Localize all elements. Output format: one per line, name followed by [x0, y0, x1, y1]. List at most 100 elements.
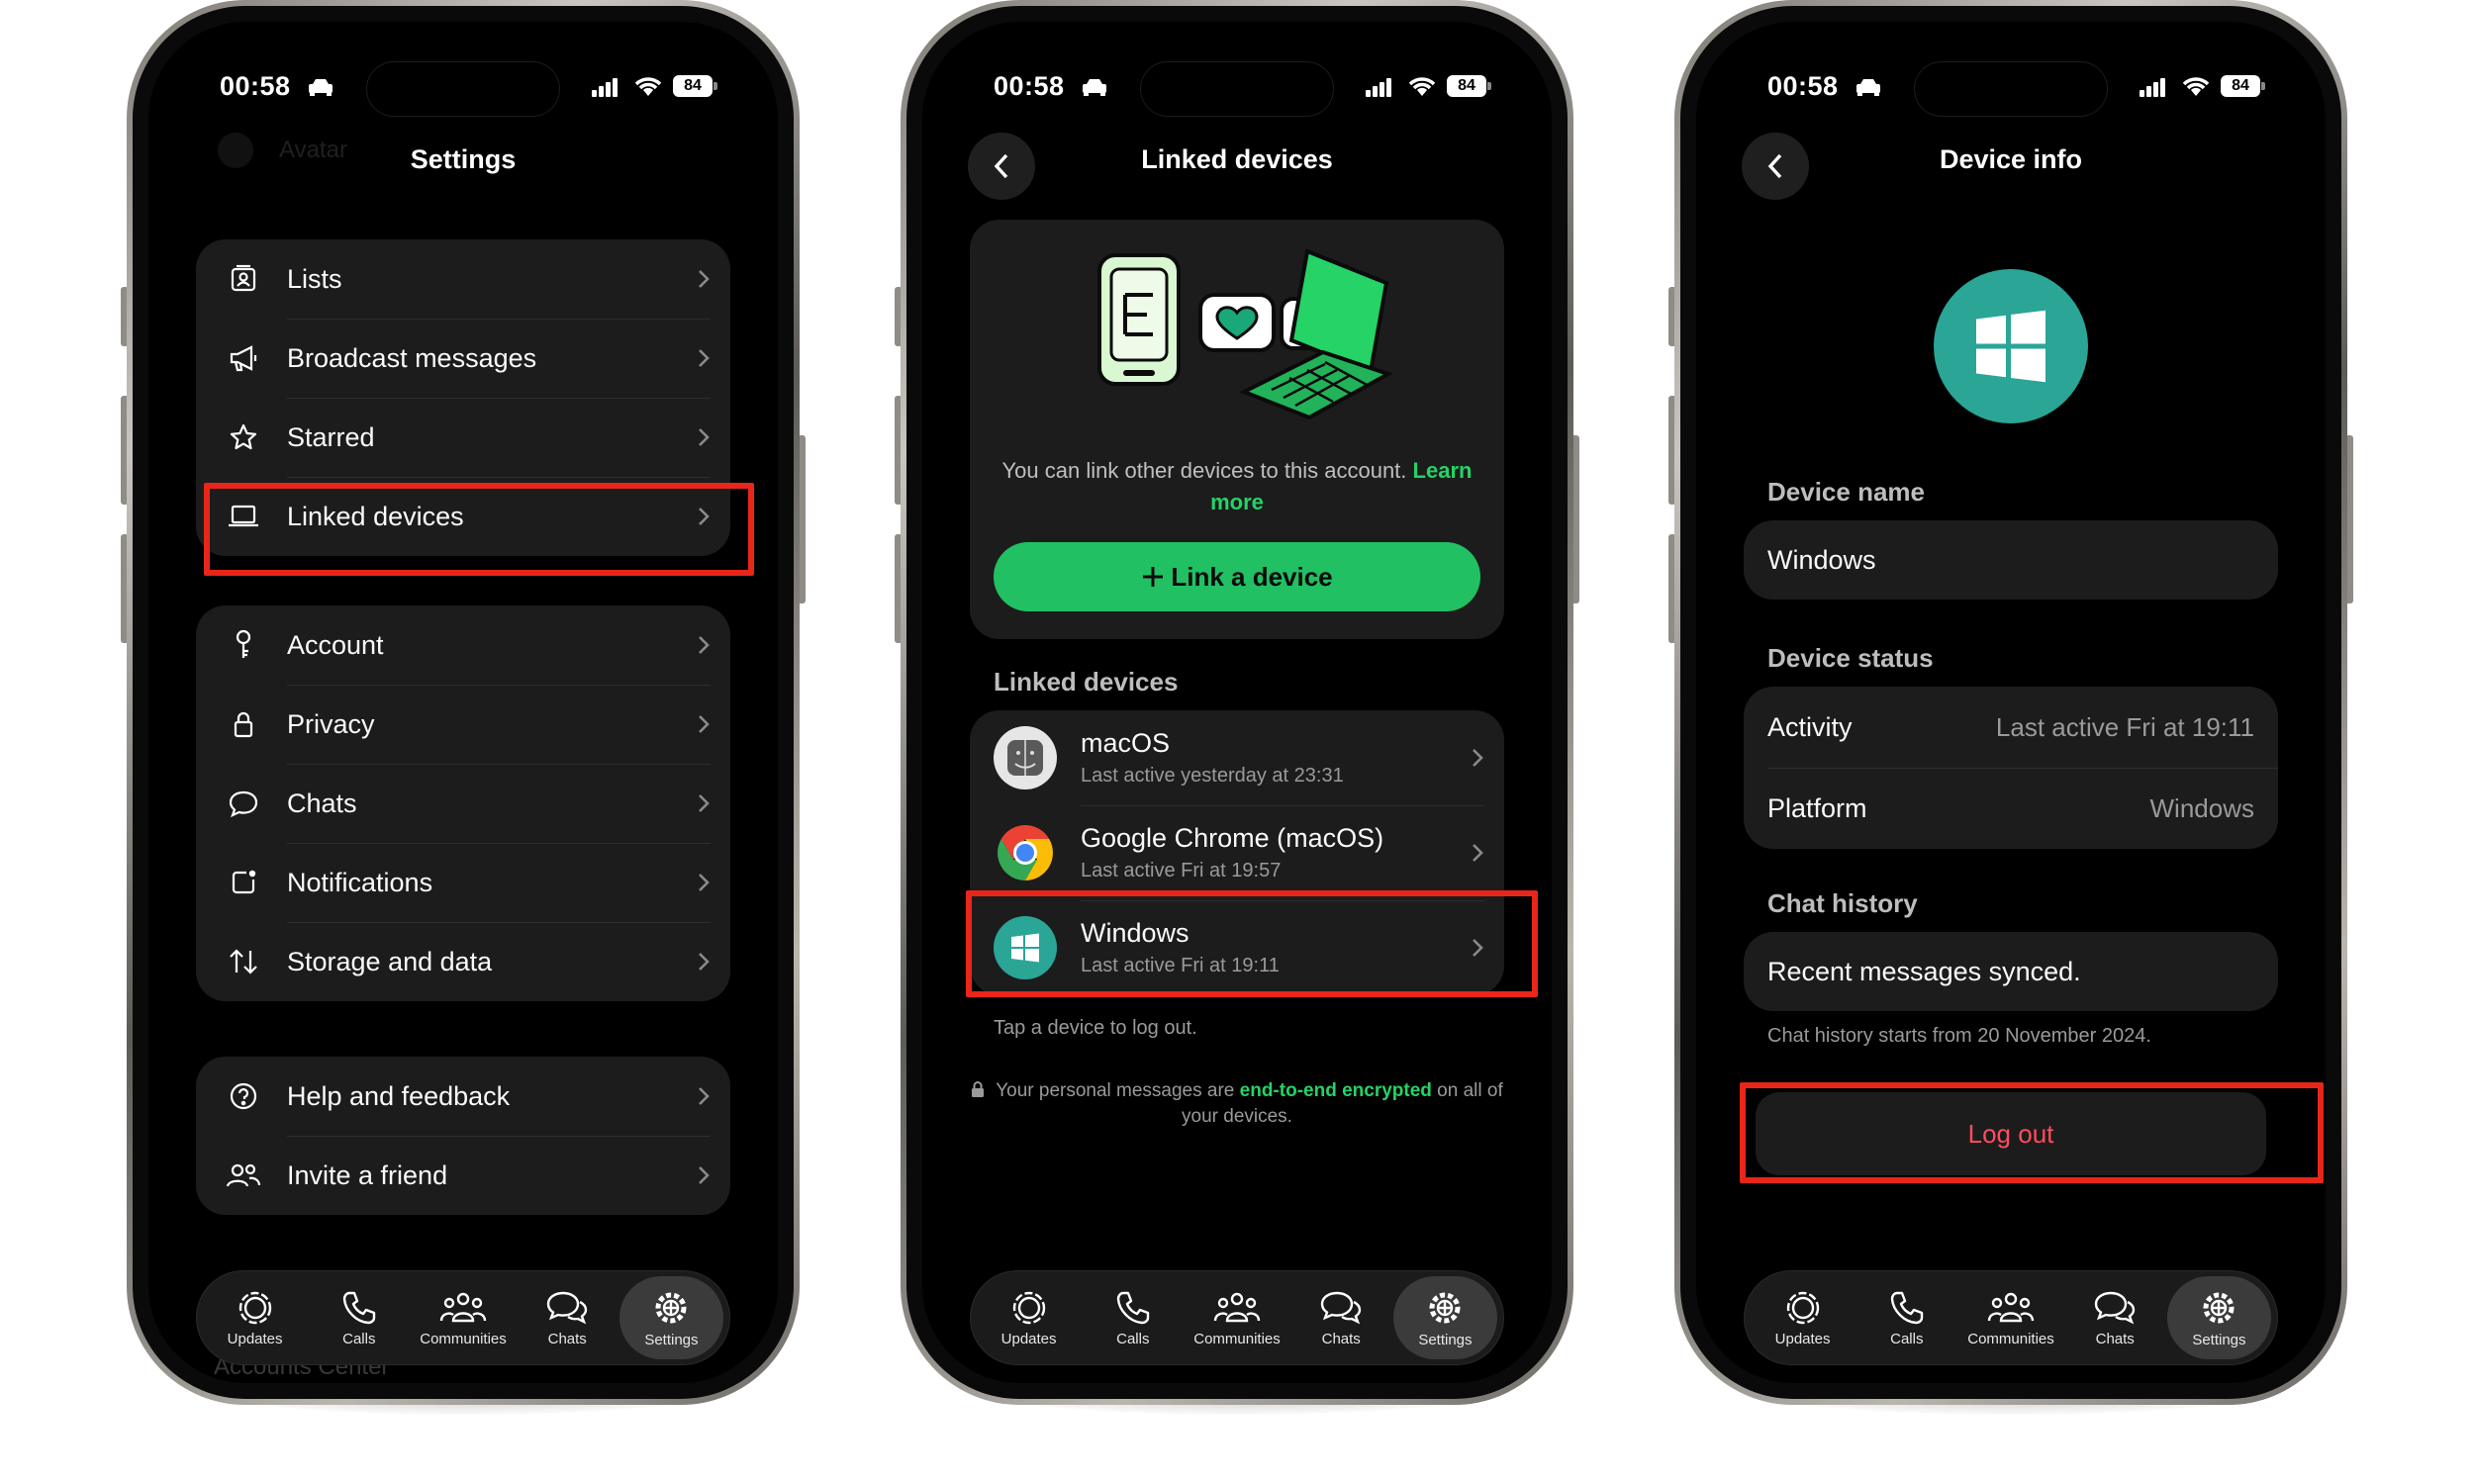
- settings-item-account[interactable]: Account: [196, 605, 730, 685]
- wifi-icon: [634, 77, 662, 96]
- battery-tip: [1487, 82, 1491, 90]
- chat-history-row: Recent messages synced.: [1744, 932, 2278, 1011]
- chevron-right-icon: [699, 715, 710, 733]
- device-status-card: Activity Last active Fri at 19:11 Platfo…: [1744, 687, 2278, 849]
- chevron-right-icon: [699, 428, 710, 446]
- dynamic-island: [366, 61, 560, 117]
- chats-icon: [1321, 1291, 1362, 1324]
- device-name: macOS: [1081, 728, 1171, 758]
- tab-label: Calls: [1890, 1330, 1924, 1347]
- settings-item-label: Notifications: [287, 867, 433, 897]
- windows-logo-icon: [1934, 269, 2088, 423]
- tab-chats[interactable]: Chats: [516, 1276, 619, 1359]
- settings-item-label: Chats: [287, 788, 357, 818]
- hero-text: You can link other devices to this accou…: [1001, 458, 1407, 483]
- settings-item-storage[interactable]: Storage and data: [196, 922, 730, 1001]
- chevron-right-icon: [1473, 844, 1483, 862]
- tab-settings[interactable]: Settings: [1392, 1276, 1498, 1359]
- lock-icon: [972, 1081, 985, 1097]
- section-label: Linked devices: [994, 667, 1179, 696]
- settings-item-privacy[interactable]: Privacy: [196, 685, 730, 764]
- activity-row: Activity Last active Fri at 19:11: [1744, 687, 2278, 768]
- chevron-right-icon: [699, 794, 710, 812]
- chevron-right-icon: [699, 1087, 710, 1105]
- settings-item-lists[interactable]: Lists: [196, 239, 730, 319]
- tab-chats[interactable]: Chats: [1289, 1276, 1393, 1359]
- link-device-button[interactable]: Link a device: [994, 542, 1480, 611]
- dynamic-island: [1914, 61, 2108, 117]
- settings-item-help[interactable]: Help and feedback: [196, 1057, 730, 1136]
- settings-item-label: Storage and data: [287, 946, 493, 976]
- car-icon: [1083, 79, 1106, 96]
- settings-item-invite[interactable]: Invite a friend: [196, 1136, 730, 1215]
- tab-settings[interactable]: Settings: [2166, 1276, 2272, 1359]
- tab-label: Communities: [1193, 1330, 1281, 1347]
- device-last-active: Last active yesterday at 23:31: [1081, 765, 1344, 787]
- settings-group-2: Account Privacy Chats Notifications Stor…: [196, 605, 730, 1001]
- tab-communities[interactable]: Communities: [411, 1276, 515, 1359]
- device-row-macos[interactable]: macOS Last active yesterday at 23:31: [970, 710, 1504, 805]
- devices-illustration: [1097, 248, 1392, 420]
- activity-key: Activity: [1767, 711, 1853, 742]
- chat-bubble-icon: [226, 786, 261, 821]
- link-devices-card: You can link other devices to this accou…: [970, 220, 1504, 639]
- settings-item-chats[interactable]: Chats: [196, 764, 730, 843]
- chat-history-label: Chat history: [1767, 888, 1918, 918]
- tab-label: Chats: [547, 1330, 587, 1347]
- tab-updates[interactable]: Updates: [977, 1276, 1081, 1359]
- up-down-arrows-icon: [226, 944, 261, 979]
- phone-icon: [342, 1291, 375, 1324]
- link-device-label: Link a device: [1171, 561, 1333, 592]
- tab-label: Updates: [1774, 1330, 1831, 1347]
- signal-icon: [592, 78, 618, 97]
- tab-chats[interactable]: Chats: [2063, 1276, 2167, 1359]
- status-bar: 00:58 84: [922, 61, 1552, 117]
- communities-icon: [439, 1292, 487, 1322]
- tab-label: Chats: [1321, 1330, 1361, 1347]
- settings-item-starred[interactable]: Starred: [196, 398, 730, 477]
- updates-icon: [1012, 1291, 1045, 1324]
- page-title: Device info: [1939, 144, 2083, 174]
- battery-tip: [714, 82, 717, 90]
- chevron-right-icon: [699, 270, 710, 288]
- device-name-field[interactable]: Windows: [1744, 520, 2278, 600]
- tab-updates[interactable]: Updates: [203, 1276, 307, 1359]
- tab-bar: Updates Calls Communities Chats Settings: [1744, 1270, 2278, 1365]
- phone-settings: 00:58 84 Avatar Settings Lists Broadcast…: [121, 0, 806, 1415]
- device-name-value-row: Windows: [1744, 520, 2278, 600]
- tab-updates[interactable]: Updates: [1751, 1276, 1855, 1359]
- highlight-logout: [1740, 1082, 2324, 1183]
- device-row-chrome[interactable]: Google Chrome (macOS) Last active Fri at…: [970, 805, 1504, 900]
- tab-calls[interactable]: Calls: [1081, 1276, 1185, 1359]
- settings-group-3: Help and feedback Invite a friend: [196, 1057, 730, 1215]
- lock-icon: [226, 706, 261, 742]
- updates-icon: [1786, 1291, 1819, 1324]
- tap-device-note: Tap a device to log out.: [994, 1017, 1197, 1039]
- settings-gear-icon: [2203, 1292, 2235, 1323]
- wifi-icon: [2182, 77, 2210, 96]
- chat-history-value: Recent messages synced.: [1767, 956, 2081, 986]
- settings-item-notifications[interactable]: Notifications: [196, 843, 730, 922]
- communities-icon: [1987, 1292, 2035, 1322]
- tab-label: Calls: [342, 1330, 376, 1347]
- tab-settings[interactable]: Settings: [618, 1276, 724, 1359]
- dynamic-island: [1140, 61, 1334, 117]
- notification-icon: [226, 865, 261, 900]
- status-time: 00:58: [1767, 71, 1839, 101]
- device-last-active: Last active Fri at 19:57: [1081, 860, 1282, 881]
- communities-icon: [1213, 1292, 1261, 1322]
- tab-label: Communities: [420, 1330, 507, 1347]
- tab-calls[interactable]: Calls: [1855, 1276, 1958, 1359]
- tab-communities[interactable]: Communities: [1185, 1276, 1288, 1359]
- chevron-right-icon: [699, 1166, 710, 1184]
- hero-description: You can link other devices to this accou…: [990, 455, 1484, 518]
- car-icon: [1856, 79, 1880, 96]
- settings-item-broadcast[interactable]: Broadcast messages: [196, 319, 730, 398]
- battery-indicator: 84: [673, 75, 713, 97]
- encryption-link[interactable]: end-to-end encrypted: [1240, 1080, 1432, 1101]
- chevron-right-icon: [1473, 749, 1483, 767]
- tab-bar: Updates Calls Communities Chats Settings: [970, 1270, 1504, 1365]
- tab-calls[interactable]: Calls: [307, 1276, 411, 1359]
- page-title: Linked devices: [1141, 144, 1333, 174]
- tab-communities[interactable]: Communities: [1958, 1276, 2062, 1359]
